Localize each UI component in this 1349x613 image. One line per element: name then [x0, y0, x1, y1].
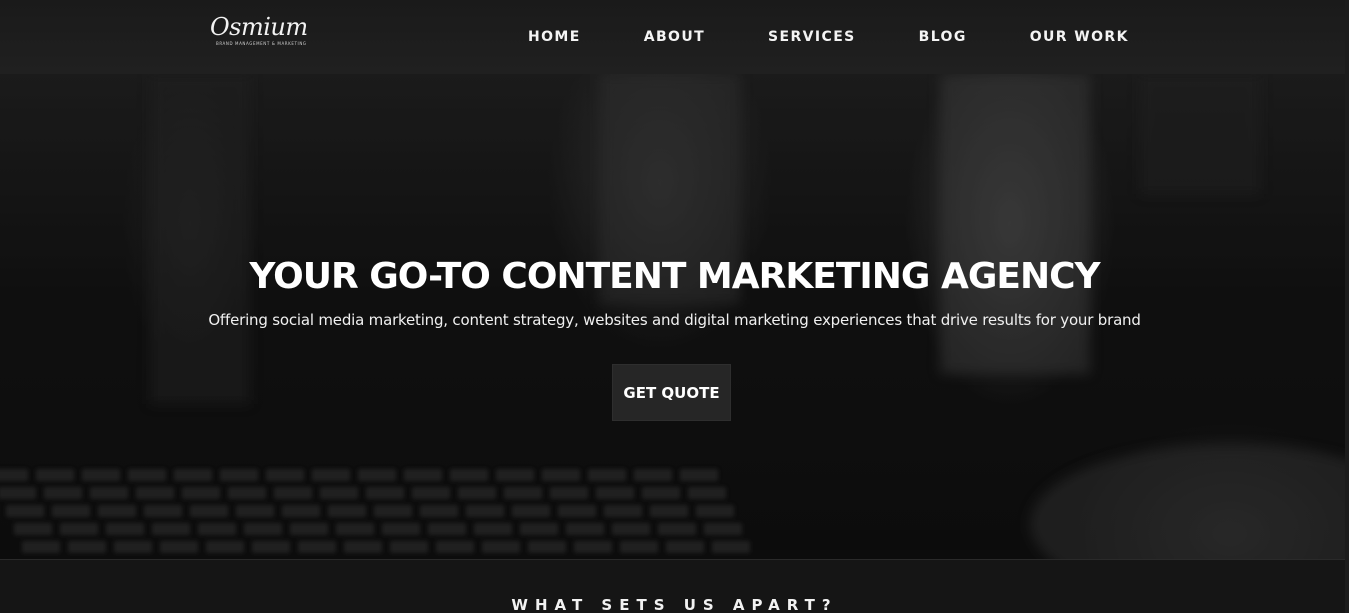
main-nav: HOME ABOUT SERVICES BLOG OUR WORK	[528, 0, 1129, 74]
hero-subtitle: Offering social media marketing, content…	[208, 311, 1141, 329]
page-scrollbar[interactable]	[1345, 0, 1349, 613]
logo[interactable]: Osmium BRAND MANAGEMENT & MARKETING	[210, 12, 314, 52]
section-title: WHAT SETS US APART?	[511, 596, 838, 613]
nav-home[interactable]: HOME	[528, 29, 581, 45]
hero-section: YOUR GO-TO CONTENT MARKETING AGENCY Offe…	[0, 74, 1349, 559]
hero-title: YOUR GO-TO CONTENT MARKETING AGENCY	[249, 256, 1100, 297]
nav-our-work[interactable]: OUR WORK	[1030, 29, 1129, 45]
get-quote-button[interactable]: GET QUOTE	[612, 364, 731, 421]
features-section: WHAT SETS US APART?	[0, 559, 1349, 613]
logo-wordmark: Osmium	[210, 13, 308, 41]
logo-tagline: BRAND MANAGEMENT & MARKETING	[216, 41, 307, 46]
nav-blog[interactable]: BLOG	[919, 29, 967, 45]
nav-about[interactable]: ABOUT	[644, 29, 705, 45]
site-header: Osmium BRAND MANAGEMENT & MARKETING HOME…	[0, 0, 1349, 74]
nav-services[interactable]: SERVICES	[768, 29, 856, 45]
